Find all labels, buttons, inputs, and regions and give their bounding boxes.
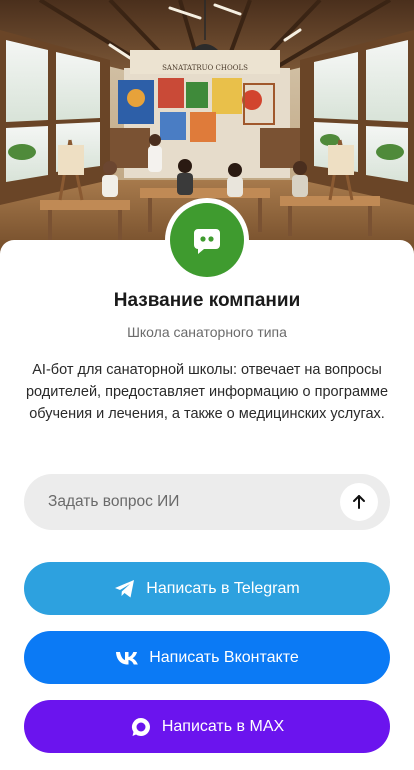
- telegram-button-label: Написать в Telegram: [146, 579, 300, 597]
- send-button[interactable]: [340, 483, 378, 521]
- ask-ai-input[interactable]: [48, 474, 348, 530]
- vk-icon: [115, 650, 139, 666]
- chat-bot-icon: [194, 229, 220, 254]
- ask-ai-field: [24, 474, 390, 530]
- vk-button[interactable]: Написать Вконтакте: [24, 631, 390, 684]
- max-button-label: Написать в MAX: [161, 717, 285, 735]
- company-avatar: [165, 198, 249, 282]
- telegram-icon: [114, 579, 136, 599]
- company-type: Школа санаторного типа: [127, 324, 287, 340]
- max-icon: [130, 716, 152, 738]
- company-name: Название компании: [113, 290, 301, 311]
- max-button[interactable]: Написать в MAX: [24, 700, 390, 753]
- avatar-circle: [170, 203, 244, 277]
- arrow-up-icon: [353, 495, 365, 509]
- telegram-button[interactable]: Написать в Telegram: [24, 562, 390, 615]
- company-description: AI-бот для санаторной школы: отвечает на…: [25, 362, 389, 422]
- hero-sign-text: SANATATRUO CHOOLS: [162, 64, 248, 72]
- vk-button-label: Написать Вконтакте: [149, 648, 299, 666]
